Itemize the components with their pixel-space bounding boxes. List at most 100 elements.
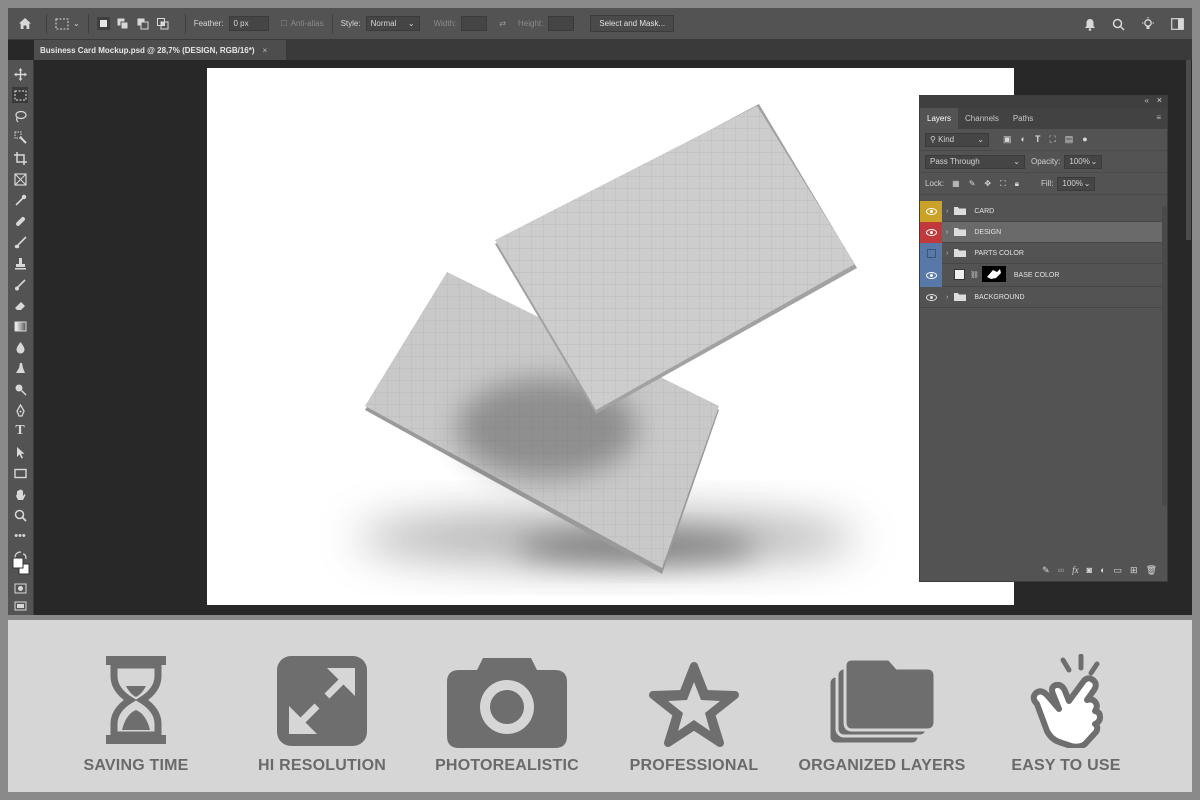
subtract-selection-button[interactable] [137,17,150,30]
antialias-checkbox[interactable]: ☐ [281,19,288,28]
type-tool[interactable]: T [12,423,28,439]
pixel-filter-icon[interactable]: ▣ [1003,134,1012,145]
lasso-tool[interactable] [12,108,28,124]
height-label: Height: [517,19,544,28]
more-tools-button[interactable]: ••• [12,528,28,544]
height-input[interactable] [548,16,575,31]
lock-all-icon[interactable]: 🔒︎ [1015,179,1019,189]
move-tool[interactable] [12,66,28,82]
layer-row-design[interactable]: › DESIGN [920,221,1167,243]
link-layers-icon[interactable]: ∞ [1058,565,1064,575]
marquee-tool-preset[interactable]: ⌄ [55,8,80,40]
rectangle-tool[interactable] [12,465,28,481]
lock-pixels-icon[interactable]: ✎ [969,179,976,189]
eraser-icon [14,301,25,310]
quick-mask-button[interactable] [12,580,28,596]
lock-transparent-icon[interactable]: ▦ [952,179,960,189]
home-button[interactable] [12,8,38,40]
tab-layers[interactable]: Layers [920,108,959,129]
crop-tool[interactable] [12,150,28,166]
style-label: Style: [340,19,361,28]
layer-thumbnail [954,268,965,282]
chevron-right-icon[interactable]: › [946,229,948,236]
workspace-icon[interactable] [1171,18,1184,30]
panel-menu-icon[interactable]: ≡ [1156,113,1161,122]
lock-position-icon[interactable]: ✥ [984,179,991,189]
visibility-toggle[interactable] [920,263,942,287]
visibility-toggle[interactable] [920,242,942,264]
gradient-tool[interactable] [12,318,28,334]
rect-marquee-icon [14,90,26,100]
swap-dimensions-icon[interactable]: ⇄ [499,19,506,28]
new-layer-icon[interactable]: ⊞ [1130,565,1138,576]
style-select[interactable]: Normal ⌄ [365,16,420,31]
chevron-right-icon[interactable]: › [946,208,948,215]
fill-input[interactable]: 100% ⌄ [1057,176,1096,191]
search-icon[interactable] [1112,18,1125,31]
layer-row-parts-color[interactable]: › PARTS COLOR [920,242,1167,264]
brush-mask-icon[interactable]: ✎ [1042,565,1050,576]
quick-select-tool[interactable] [12,129,28,145]
document-canvas[interactable] [207,68,1014,605]
blur-tool[interactable] [12,339,28,355]
visibility-toggle[interactable] [920,200,942,222]
color-swatches[interactable] [11,556,31,576]
eyedropper-tool[interactable] [12,192,28,208]
folder-icon [954,206,967,217]
close-icon[interactable]: × [1157,95,1162,105]
adjustment-layer-icon[interactable]: ◐ [1100,565,1105,575]
kind-filter-select[interactable]: ⚲ Kind ⌄ [925,132,989,147]
dodge-tool[interactable] [12,381,28,397]
brush-tool[interactable] [12,234,28,250]
clone-stamp-tool[interactable] [12,255,28,271]
layer-mask-thumbnail[interactable] [981,266,1006,284]
new-selection-button[interactable] [96,17,110,30]
history-brush-tool[interactable] [12,276,28,292]
lock-artboard-icon[interactable]: ⛶ [1000,179,1006,189]
select-and-mask-button[interactable]: Select and Mask... [590,15,675,32]
pen-tool[interactable] [12,402,28,418]
frame-tool[interactable] [12,171,28,187]
zoom-tool[interactable] [12,507,28,523]
lightbulb-icon[interactable] [1141,17,1155,31]
healing-brush-tool[interactable] [12,213,28,229]
tab-paths[interactable]: Paths [1006,108,1040,129]
document-tab[interactable]: Business Card Mockup.psd @ 28,7% (DESIGN… [34,40,286,60]
opacity-input[interactable]: 100% ⌄ [1064,154,1103,169]
blend-mode-select[interactable]: Pass Through ⌄ [925,154,1025,169]
add-selection-button[interactable] [117,17,130,30]
collapse-panel-icon[interactable]: « [1145,96,1149,105]
adjustment-filter-icon[interactable]: ◐ [1021,134,1026,145]
screen-mode-button[interactable] [12,598,28,614]
layer-row-background[interactable]: › BACKGROUND [920,287,1167,308]
chevron-right-icon[interactable]: › [946,250,948,257]
tab-channels[interactable]: Channels [958,108,1006,129]
new-group-icon[interactable]: ▭ [1114,565,1123,576]
add-mask-icon[interactable]: ◙ [1087,565,1092,575]
stacked-folders-icon [827,656,937,751]
close-icon[interactable]: × [263,46,268,55]
type-filter-icon[interactable]: T [1035,134,1041,145]
eraser-tool[interactable] [12,297,28,313]
width-input[interactable] [461,16,488,31]
layer-row-card[interactable]: › CARD [920,200,1167,222]
visibility-toggle[interactable] [920,221,942,243]
chevron-right-icon[interactable]: › [946,294,948,301]
fx-icon[interactable]: fx [1072,565,1079,575]
hand-tool[interactable] [12,486,28,502]
workspace-scrollbar[interactable] [1186,60,1191,240]
visibility-toggle[interactable] [920,287,942,308]
intersect-selection-button[interactable] [157,17,170,30]
trash-icon[interactable]: 🗑︎ [1146,565,1157,576]
smudge-tool[interactable] [12,360,28,376]
smart-object-filter-icon[interactable]: ▤ [1065,134,1074,145]
layers-scrollbar[interactable] [1162,206,1167,506]
filter-toggle-icon[interactable]: ● [1082,134,1087,145]
bell-icon[interactable] [1084,18,1096,31]
link-icon[interactable]: ⛓︎ [970,271,979,279]
marquee-tool[interactable] [12,87,28,103]
layer-row-base-color[interactable]: ⛓︎ BASE COLOR [920,263,1167,287]
feather-input[interactable]: 0 px [228,16,269,31]
shape-filter-icon[interactable]: ⛶ [1049,134,1055,145]
path-selection-tool[interactable] [12,444,28,460]
